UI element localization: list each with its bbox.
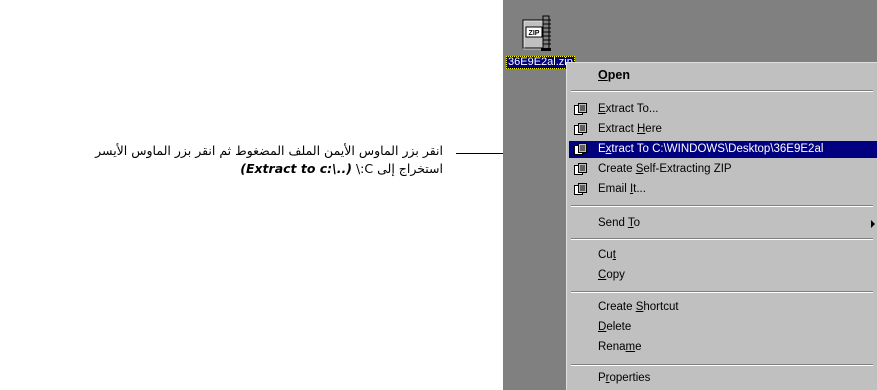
menu-item-properties[interactable]: Properties bbox=[569, 370, 877, 387]
instruction-text-line2: استخراج إلى C:\ (Extract to c:\..) bbox=[240, 161, 443, 176]
menu-item-email-it[interactable]: Email It... bbox=[569, 181, 877, 198]
menu-item-create-self-extracting-zip[interactable]: Create Self-Extracting ZIP bbox=[569, 161, 877, 178]
menu-separator bbox=[571, 238, 873, 240]
menu-separator bbox=[571, 291, 873, 293]
menu-item-cut[interactable]: Cut bbox=[569, 247, 877, 264]
menu-item-delete[interactable]: Delete bbox=[569, 319, 877, 336]
menu-item-rename[interactable]: Rename bbox=[569, 339, 877, 356]
instruction-text-line1: انقر بزر الماوس الأيمن الملف المضغوط ثم … bbox=[95, 143, 443, 158]
menu-item-extract-here[interactable]: Extract Here bbox=[569, 121, 877, 138]
menu-item-open[interactable]: Open bbox=[569, 67, 877, 84]
winzip-icon bbox=[574, 103, 587, 115]
submenu-arrow-icon bbox=[871, 220, 875, 228]
winzip-icon bbox=[574, 123, 587, 135]
menu-item-extract-to-path[interactable]: Extract To C:\WINDOWS\Desktop\36E9E2al bbox=[569, 141, 877, 158]
svg-text:ZIP: ZIP bbox=[529, 30, 540, 37]
menu-item-create-shortcut[interactable]: Create Shortcut bbox=[569, 299, 877, 316]
zip-archive-icon[interactable]: ZIP bbox=[521, 14, 555, 52]
winzip-icon bbox=[574, 143, 587, 155]
context-menu: Open Extract To... Extract Here Extract … bbox=[566, 62, 877, 390]
winzip-icon bbox=[574, 183, 587, 195]
file-name-label[interactable]: 36E9E2al.zip bbox=[506, 56, 575, 69]
menu-separator bbox=[571, 90, 873, 92]
menu-separator bbox=[571, 205, 873, 207]
menu-item-copy[interactable]: Copy bbox=[569, 267, 877, 284]
menu-separator bbox=[571, 364, 873, 366]
menu-item-extract-to[interactable]: Extract To... bbox=[569, 101, 877, 118]
winzip-icon bbox=[574, 163, 587, 175]
menu-item-send-to[interactable]: Send To bbox=[569, 215, 877, 232]
